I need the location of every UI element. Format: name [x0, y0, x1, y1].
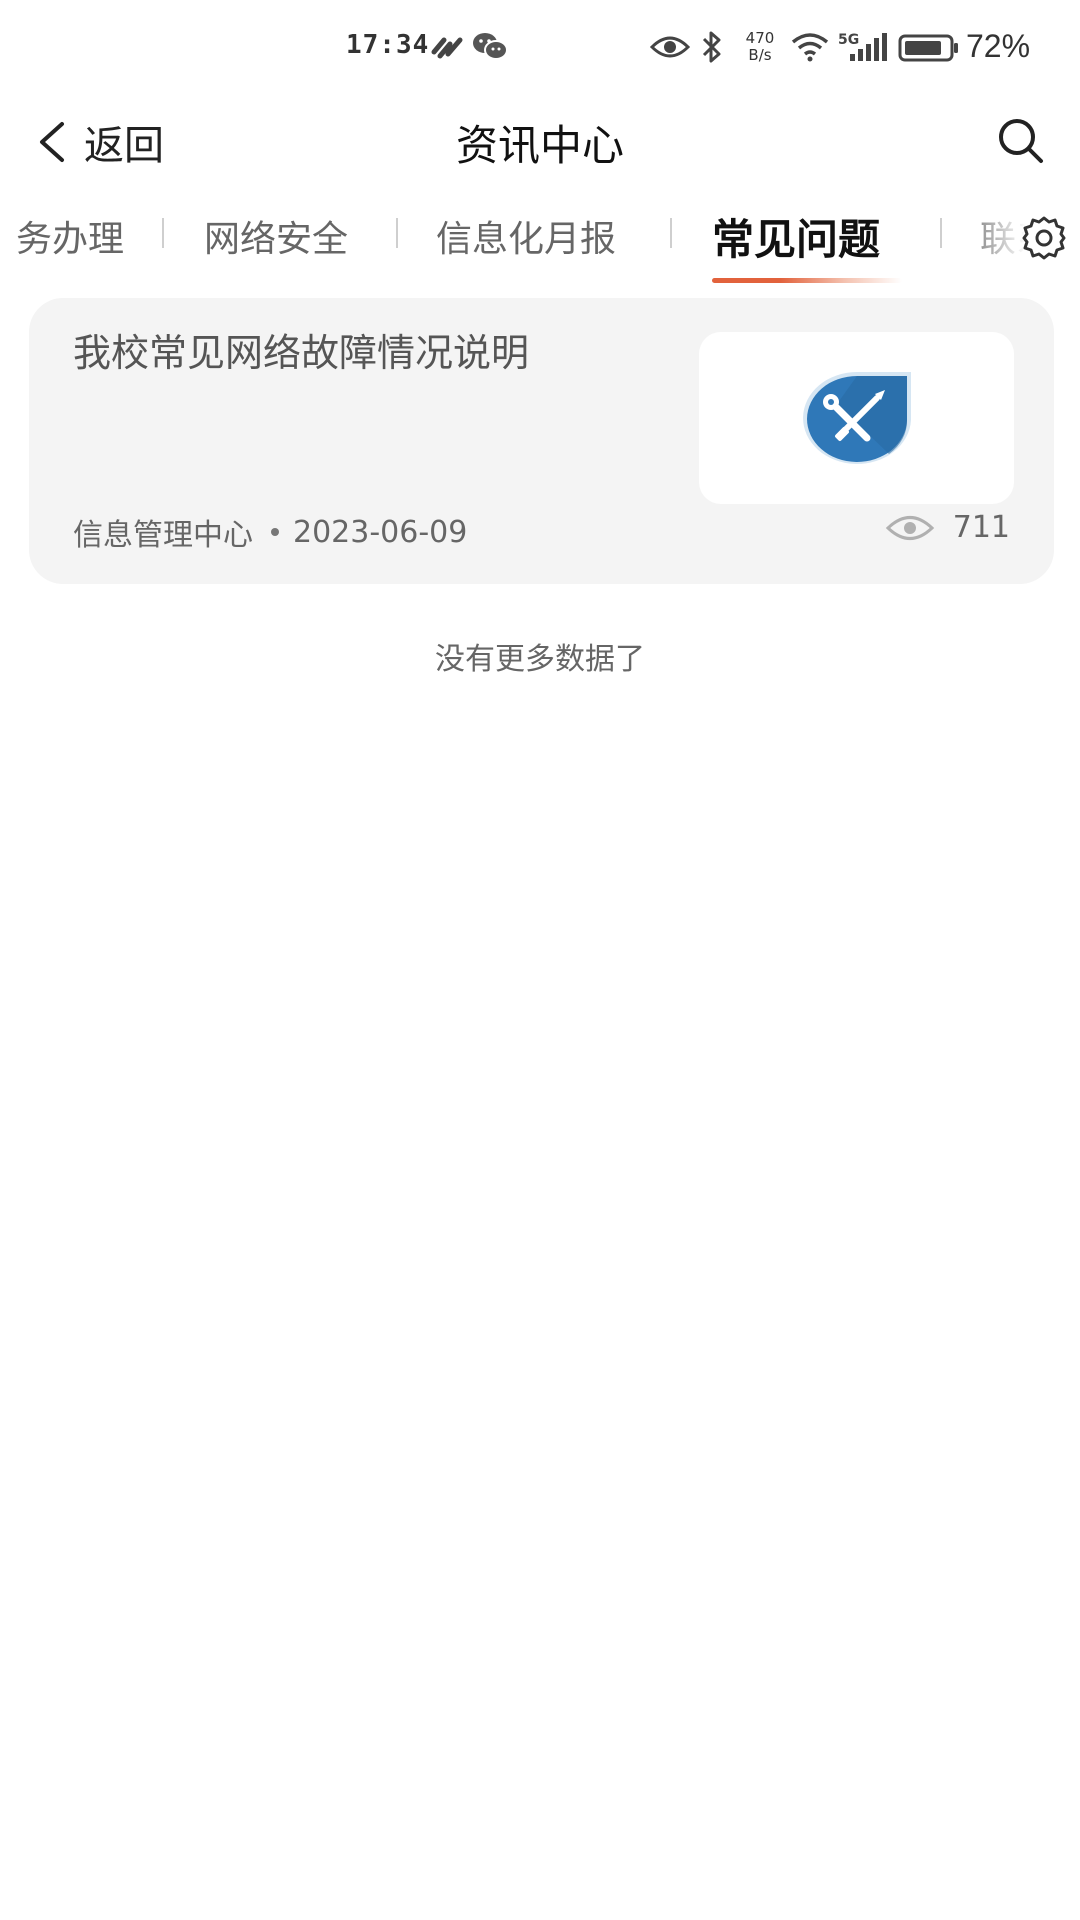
signal-icon [850, 33, 887, 61]
tab-network-security[interactable]: 网络安全 [204, 210, 348, 262]
list-end-message: 没有更多数据了 [435, 642, 645, 677]
tab-divider [162, 218, 164, 248]
tab-service[interactable]: 务办理 [16, 210, 124, 262]
meta-separator-dot [271, 528, 279, 536]
tab-monthly-report[interactable]: 信息化月报 [436, 210, 616, 262]
net-speed: 470 B/s [742, 30, 778, 64]
tab-divider [396, 218, 398, 248]
search-icon [999, 119, 1043, 163]
article-views: 711 [885, 510, 1010, 545]
header: 返回 资讯中心 [0, 96, 1080, 186]
wifi-icon [791, 33, 829, 62]
tab-divider [940, 218, 942, 248]
status-bar: 17:34 470 B/s 5G 72% [0, 0, 1080, 100]
active-tab-indicator [712, 278, 902, 283]
eye-icon [885, 515, 934, 540]
net-speed-unit: B/s [748, 46, 772, 64]
article-thumbnail [699, 332, 1014, 504]
article-card[interactable]: 我校常见网络故障情况说明 信息管理中心 2023-06-09 711 [29, 298, 1054, 584]
wechat-icon [473, 33, 508, 60]
tab-divider [670, 218, 672, 248]
net-speed-value: 470 [745, 29, 775, 47]
article-date: 2023-06-09 [293, 514, 468, 550]
page-title: 资讯中心 [455, 121, 624, 170]
eye-icon [650, 36, 690, 58]
article-meta: 信息管理中心 2023-06-09 [73, 510, 467, 554]
article-title: 我校常见网络故障情况说明 [73, 331, 530, 375]
link-icon [431, 37, 463, 59]
tab-faq[interactable]: 常见问题 [712, 206, 880, 267]
gear-icon[interactable] [1020, 214, 1068, 262]
battery-percent: 72% [966, 28, 1031, 64]
battery-icon [898, 34, 958, 62]
bluetooth-icon [702, 31, 721, 63]
view-count: 711 [952, 510, 1010, 545]
article-source: 信息管理中心 [73, 518, 253, 553]
search-button[interactable] [996, 116, 1046, 166]
status-time: 17:34 [346, 30, 430, 60]
tools-icon [803, 372, 911, 464]
